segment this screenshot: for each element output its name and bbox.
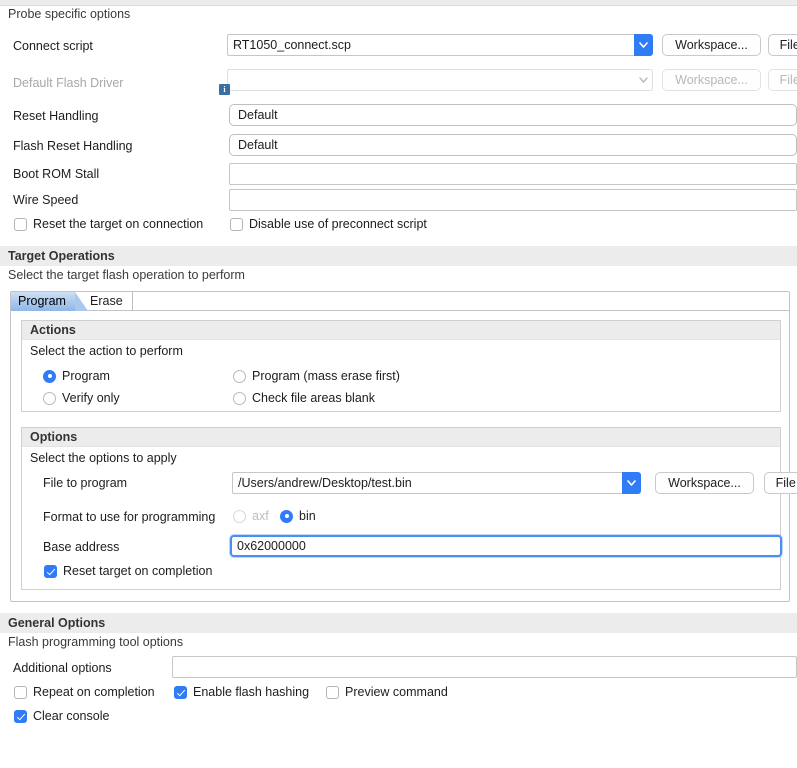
radio-format-bin-label: bin: [299, 509, 316, 523]
connect-script-input[interactable]: [227, 34, 641, 56]
enable-flash-hashing-label: Enable flash hashing: [193, 685, 309, 699]
options-group: Options Select the options to apply File…: [21, 427, 781, 590]
connect-script-filesystem-button[interactable]: File System...: [768, 34, 797, 56]
disable-preconnect-script-checkbox[interactable]: Disable use of preconnect script: [230, 217, 427, 231]
radio-check-file-areas-blank-label: Check file areas blank: [252, 391, 375, 405]
reset-handling-label: Reset Handling: [13, 109, 98, 123]
flash-reset-handling-input[interactable]: [229, 134, 797, 156]
general-options-header: General Options: [0, 613, 797, 633]
radio-verify-only-label: Verify only: [62, 391, 120, 405]
wire-speed-input[interactable]: [229, 189, 797, 211]
radio-dot: [43, 392, 56, 405]
radio-program-mass-erase-first-label: Program (mass erase first): [252, 369, 400, 383]
additional-options-input[interactable]: [172, 656, 797, 678]
radio-dot: [233, 392, 246, 405]
repeat-on-completion-checkbox[interactable]: Repeat on completion: [14, 685, 155, 699]
preview-command-checkbox[interactable]: Preview command: [326, 685, 448, 699]
connect-script-label: Connect script: [13, 39, 93, 53]
checkbox-box: [230, 218, 243, 231]
default-flash-driver-workspace-button[interactable]: Workspace...: [662, 69, 761, 91]
file-to-program-label: File to program: [43, 476, 127, 490]
probe-section-subtitle: Probe specific options: [8, 7, 130, 21]
file-to-program-dropdown-arrow[interactable]: [622, 472, 641, 494]
target-operations-tabfolder: Program Erase Actions Select the action …: [10, 291, 790, 602]
clear-console-checkbox[interactable]: Clear console: [14, 709, 109, 723]
reset-target-on-completion-label: Reset target on completion: [63, 564, 212, 578]
file-to-program-filesystem-button[interactable]: File System...: [764, 472, 797, 494]
radio-format-axf[interactable]: axf: [233, 509, 269, 523]
tab-strip: Program Erase: [11, 292, 789, 311]
file-to-program-workspace-button[interactable]: Workspace...: [655, 472, 754, 494]
disable-preconnect-script-label: Disable use of preconnect script: [249, 217, 427, 231]
boot-rom-stall-input[interactable]: [229, 163, 797, 185]
wire-speed-label: Wire Speed: [13, 193, 78, 207]
target-operations-subtitle: Select the target flash operation to per…: [8, 268, 245, 282]
default-flash-driver-label: Default Flash Driver: [13, 76, 123, 90]
reset-target-on-connection-checkbox[interactable]: Reset the target on connection: [14, 217, 203, 231]
options-group-subtitle: Select the options to apply: [30, 451, 177, 465]
radio-format-axf-label: axf: [252, 509, 269, 523]
reset-target-on-connection-label: Reset the target on connection: [33, 217, 203, 231]
additional-options-label: Additional options: [13, 661, 112, 675]
flash-programming-config-page: Probe specific options Connect script Wo…: [0, 0, 797, 768]
window-top-band: [0, 0, 797, 6]
radio-format-bin[interactable]: bin: [280, 509, 316, 523]
tab-erase[interactable]: Erase: [83, 292, 133, 311]
default-flash-driver-dropdown-arrow[interactable]: [634, 69, 653, 91]
enable-flash-hashing-checkbox[interactable]: Enable flash hashing: [174, 685, 309, 699]
base-address-label: Base address: [43, 540, 119, 554]
boot-rom-stall-label: Boot ROM Stall: [13, 167, 99, 181]
checkbox-box: [44, 565, 57, 578]
options-group-header: Options: [22, 428, 780, 447]
general-options-subtitle: Flash programming tool options: [8, 635, 183, 649]
radio-dot: [233, 510, 246, 523]
info-icon: i: [219, 84, 230, 95]
reset-target-on-completion-checkbox[interactable]: Reset target on completion: [44, 564, 212, 578]
tab-program[interactable]: Program: [11, 292, 75, 311]
radio-program-mass-erase-first[interactable]: Program (mass erase first): [233, 369, 400, 383]
default-flash-driver-filesystem-button[interactable]: File System...: [768, 69, 797, 91]
radio-check-file-areas-blank[interactable]: Check file areas blank: [233, 391, 375, 405]
radio-dot: [280, 510, 293, 523]
repeat-on-completion-label: Repeat on completion: [33, 685, 155, 699]
reset-handling-input[interactable]: [229, 104, 797, 126]
preview-command-label: Preview command: [345, 685, 448, 699]
target-operations-header: Target Operations: [0, 246, 797, 266]
file-to-program-input[interactable]: [232, 472, 629, 494]
format-label: Format to use for programming: [43, 510, 215, 524]
radio-verify-only[interactable]: Verify only: [43, 391, 120, 405]
checkbox-box: [14, 218, 27, 231]
radio-program-label: Program: [62, 369, 110, 383]
default-flash-driver-input[interactable]: [227, 69, 641, 91]
checkbox-box: [14, 710, 27, 723]
radio-dot: [43, 370, 56, 383]
actions-group-subtitle: Select the action to perform: [30, 344, 183, 358]
connect-script-workspace-button[interactable]: Workspace...: [662, 34, 761, 56]
checkbox-box: [174, 686, 187, 699]
connect-script-dropdown-arrow[interactable]: [634, 34, 653, 56]
checkbox-box: [14, 686, 27, 699]
actions-group: Actions Select the action to perform Pro…: [21, 320, 781, 412]
actions-group-header: Actions: [22, 321, 780, 340]
checkbox-box: [326, 686, 339, 699]
clear-console-label: Clear console: [33, 709, 109, 723]
radio-program[interactable]: Program: [43, 369, 110, 383]
base-address-input[interactable]: [230, 535, 782, 557]
flash-reset-handling-label: Flash Reset Handling: [13, 139, 133, 153]
radio-dot: [233, 370, 246, 383]
